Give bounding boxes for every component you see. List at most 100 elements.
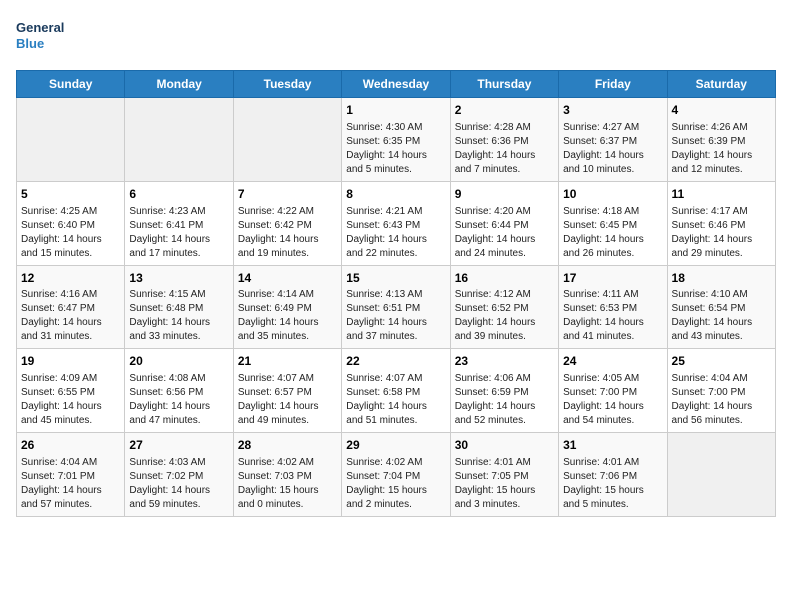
- day-info: Sunrise: 4:27 AMSunset: 6:37 PMDaylight:…: [563, 121, 662, 177]
- calendar-cell: 3 Sunrise: 4:27 AMSunset: 6:37 PMDaylight…: [559, 98, 667, 182]
- calendar-cell: 21Sunrise: 4:07 AMSunset: 6:57 PMDayligh…: [233, 349, 341, 433]
- calendar-cell: 25Sunrise: 4:04 AMSunset: 7:00 PMDayligh…: [667, 349, 775, 433]
- calendar-week-row: 19 Sunrise: 4:09 AMSunset: 6:55 PMDayligh…: [17, 349, 776, 433]
- day-number: 20: [129, 353, 228, 370]
- calendar-cell: 31Sunrise: 4:01 AMSunset: 7:06 PMDayligh…: [559, 433, 667, 517]
- calendar-cell: 8 Sunrise: 4:21 AMSunset: 6:43 PMDaylight…: [342, 181, 450, 265]
- calendar-week-row: 26 Sunrise: 4:04 AMSunset: 7:01 PMDayligh…: [17, 433, 776, 517]
- calendar: SundayMondayTuesdayWednesdayThursdayFrid…: [16, 70, 776, 517]
- day-number: 8: [346, 186, 445, 203]
- day-info: Sunrise: 4:08 AMSunset: 6:56 PMDaylight:…: [129, 372, 228, 428]
- day-number: 21: [238, 353, 337, 370]
- day-number: 29: [346, 437, 445, 454]
- day-info: Sunrise: 4:20 AMSunset: 6:44 PMDaylight:…: [455, 205, 554, 261]
- day-number: 23: [455, 353, 554, 370]
- calendar-cell: 15Sunrise: 4:13 AMSunset: 6:51 PMDayligh…: [342, 265, 450, 349]
- calendar-body: 1Sunrise: 4:30 AMSunset: 6:35 PMDaylight…: [17, 98, 776, 517]
- day-number: 7: [238, 186, 337, 203]
- calendar-cell: 9 Sunrise: 4:20 AMSunset: 6:44 PMDaylight…: [450, 181, 558, 265]
- calendar-cell: 6 Sunrise: 4:23 AMSunset: 6:41 PMDaylight…: [125, 181, 233, 265]
- calendar-cell: 16Sunrise: 4:12 AMSunset: 6:52 PMDayligh…: [450, 265, 558, 349]
- day-info: Sunrise: 4:04 AMSunset: 7:01 PMDaylight:…: [21, 456, 120, 512]
- weekday-header: Wednesday: [342, 71, 450, 98]
- day-number: 9: [455, 186, 554, 203]
- logo: General Blue: [16, 16, 66, 60]
- calendar-cell: 14Sunrise: 4:14 AMSunset: 6:49 PMDayligh…: [233, 265, 341, 349]
- day-number: 31: [563, 437, 662, 454]
- calendar-cell: [17, 98, 125, 182]
- day-number: 19: [21, 353, 120, 370]
- calendar-cell: 27 Sunrise: 4:03 AMSunset: 7:02 PMDayligh…: [125, 433, 233, 517]
- day-info: Sunrise: 4:09 AMSunset: 6:55 PMDaylight:…: [21, 372, 120, 428]
- day-number: 17: [563, 270, 662, 287]
- day-number: 30: [455, 437, 554, 454]
- day-info: Sunrise: 4:05 AMSunset: 7:00 PMDaylight:…: [563, 372, 662, 428]
- weekday-header-row: SundayMondayTuesdayWednesdayThursdayFrid…: [17, 71, 776, 98]
- weekday-header: Thursday: [450, 71, 558, 98]
- calendar-header: SundayMondayTuesdayWednesdayThursdayFrid…: [17, 71, 776, 98]
- day-number: 11: [672, 186, 771, 203]
- day-number: 27: [129, 437, 228, 454]
- calendar-cell: 30 Sunrise: 4:01 AMSunset: 7:05 PMDayligh…: [450, 433, 558, 517]
- calendar-cell: 10Sunrise: 4:18 AMSunset: 6:45 PMDayligh…: [559, 181, 667, 265]
- day-number: 1: [346, 102, 445, 119]
- day-info: Sunrise: 4:12 AMSunset: 6:52 PMDaylight:…: [455, 288, 554, 344]
- calendar-cell: 23 Sunrise: 4:06 AMSunset: 6:59 PMDayligh…: [450, 349, 558, 433]
- day-info: Sunrise: 4:23 AMSunset: 6:41 PMDaylight:…: [129, 205, 228, 261]
- calendar-week-row: 12Sunrise: 4:16 AMSunset: 6:47 PMDayligh…: [17, 265, 776, 349]
- day-number: 4: [672, 102, 771, 119]
- calendar-cell: 26 Sunrise: 4:04 AMSunset: 7:01 PMDayligh…: [17, 433, 125, 517]
- calendar-cell: 19 Sunrise: 4:09 AMSunset: 6:55 PMDayligh…: [17, 349, 125, 433]
- day-info: Sunrise: 4:26 AMSunset: 6:39 PMDaylight:…: [672, 121, 771, 177]
- day-info: Sunrise: 4:11 AMSunset: 6:53 PMDaylight:…: [563, 288, 662, 344]
- day-info: Sunrise: 4:28 AMSunset: 6:36 PMDaylight:…: [455, 121, 554, 177]
- day-info: Sunrise: 4:07 AMSunset: 6:58 PMDaylight:…: [346, 372, 445, 428]
- day-info: Sunrise: 4:13 AMSunset: 6:51 PMDaylight:…: [346, 288, 445, 344]
- calendar-cell: [667, 433, 775, 517]
- day-number: 24: [563, 353, 662, 370]
- weekday-header: Saturday: [667, 71, 775, 98]
- day-number: 28: [238, 437, 337, 454]
- header: General Blue: [16, 16, 776, 60]
- calendar-cell: 4 Sunrise: 4:26 AMSunset: 6:39 PMDaylight…: [667, 98, 775, 182]
- calendar-cell: 2Sunrise: 4:28 AMSunset: 6:36 PMDaylight…: [450, 98, 558, 182]
- day-number: 18: [672, 270, 771, 287]
- day-info: Sunrise: 4:14 AMSunset: 6:49 PMDaylight:…: [238, 288, 337, 344]
- weekday-header: Sunday: [17, 71, 125, 98]
- day-number: 3: [563, 102, 662, 119]
- calendar-cell: 13Sunrise: 4:15 AMSunset: 6:48 PMDayligh…: [125, 265, 233, 349]
- day-info: Sunrise: 4:25 AMSunset: 6:40 PMDaylight:…: [21, 205, 120, 261]
- weekday-header: Monday: [125, 71, 233, 98]
- day-info: Sunrise: 4:22 AMSunset: 6:42 PMDaylight:…: [238, 205, 337, 261]
- day-number: 22: [346, 353, 445, 370]
- day-number: 12: [21, 270, 120, 287]
- calendar-cell: 17Sunrise: 4:11 AMSunset: 6:53 PMDayligh…: [559, 265, 667, 349]
- calendar-cell: 11Sunrise: 4:17 AMSunset: 6:46 PMDayligh…: [667, 181, 775, 265]
- calendar-cell: 22 Sunrise: 4:07 AMSunset: 6:58 PMDayligh…: [342, 349, 450, 433]
- day-info: Sunrise: 4:02 AMSunset: 7:03 PMDaylight:…: [238, 456, 337, 512]
- day-info: Sunrise: 4:16 AMSunset: 6:47 PMDaylight:…: [21, 288, 120, 344]
- day-number: 10: [563, 186, 662, 203]
- calendar-cell: 18Sunrise: 4:10 AMSunset: 6:54 PMDayligh…: [667, 265, 775, 349]
- day-info: Sunrise: 4:01 AMSunset: 7:05 PMDaylight:…: [455, 456, 554, 512]
- day-number: 14: [238, 270, 337, 287]
- day-info: Sunrise: 4:15 AMSunset: 6:48 PMDaylight:…: [129, 288, 228, 344]
- weekday-header: Tuesday: [233, 71, 341, 98]
- day-number: 26: [21, 437, 120, 454]
- calendar-cell: 28 Sunrise: 4:02 AMSunset: 7:03 PMDayligh…: [233, 433, 341, 517]
- day-info: Sunrise: 4:02 AMSunset: 7:04 PMDaylight:…: [346, 456, 445, 512]
- svg-text:Blue: Blue: [16, 36, 44, 51]
- calendar-cell: 24 Sunrise: 4:05 AMSunset: 7:00 PMDayligh…: [559, 349, 667, 433]
- calendar-cell: 20 Sunrise: 4:08 AMSunset: 6:56 PMDayligh…: [125, 349, 233, 433]
- calendar-cell: 7 Sunrise: 4:22 AMSunset: 6:42 PMDaylight…: [233, 181, 341, 265]
- day-info: Sunrise: 4:10 AMSunset: 6:54 PMDaylight:…: [672, 288, 771, 344]
- day-info: Sunrise: 4:06 AMSunset: 6:59 PMDaylight:…: [455, 372, 554, 428]
- day-number: 16: [455, 270, 554, 287]
- calendar-week-row: 5Sunrise: 4:25 AMSunset: 6:40 PMDaylight…: [17, 181, 776, 265]
- calendar-cell: 1Sunrise: 4:30 AMSunset: 6:35 PMDaylight…: [342, 98, 450, 182]
- weekday-header: Friday: [559, 71, 667, 98]
- day-info: Sunrise: 4:21 AMSunset: 6:43 PMDaylight:…: [346, 205, 445, 261]
- day-info: Sunrise: 4:03 AMSunset: 7:02 PMDaylight:…: [129, 456, 228, 512]
- calendar-week-row: 1Sunrise: 4:30 AMSunset: 6:35 PMDaylight…: [17, 98, 776, 182]
- day-number: 6: [129, 186, 228, 203]
